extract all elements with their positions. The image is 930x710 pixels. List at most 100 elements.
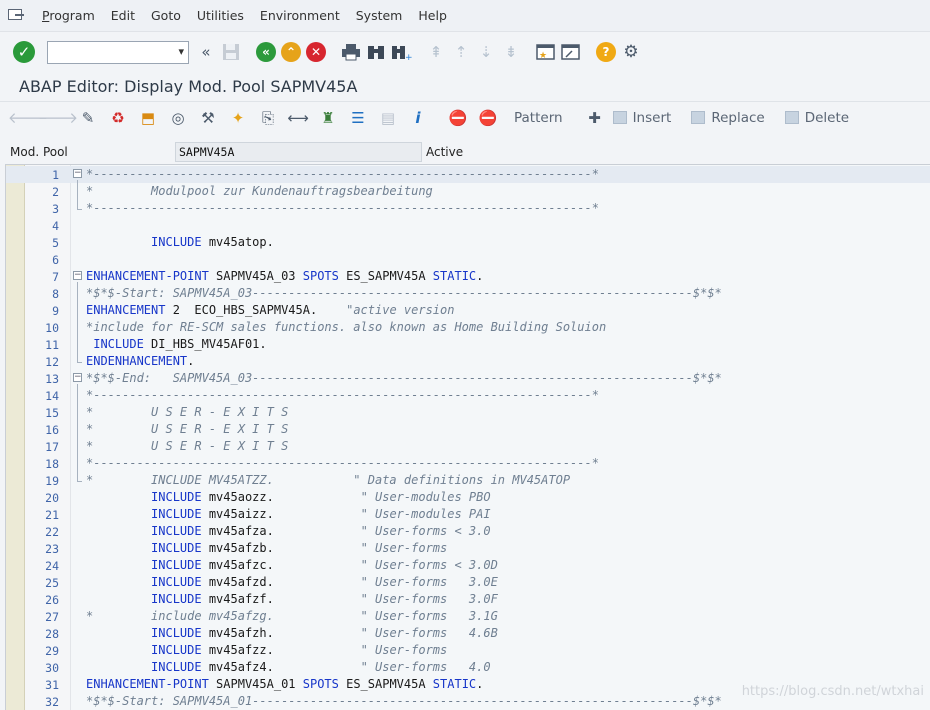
code-line[interactable]: 4	[6, 217, 930, 234]
new-session-icon[interactable]: ★	[535, 41, 557, 63]
cancel-icon[interactable]: ✕	[305, 41, 327, 63]
menu-edit[interactable]: Edit	[103, 0, 143, 32]
line-number: 30	[45, 661, 59, 675]
check-icon[interactable]: ⬒	[136, 106, 160, 130]
hierarchy-icon[interactable]: ⟷	[286, 106, 310, 130]
navigation-window-icon[interactable]: ☰	[346, 106, 370, 130]
insert-button[interactable]: Insert	[633, 110, 672, 126]
object-list-icon[interactable]: ♜	[316, 106, 340, 130]
code-line[interactable]: 8 *$*$-Start: SAPMV45A_03----------------…	[6, 285, 930, 302]
code-line[interactable]: 12 ENDENHANCEMENT.	[6, 353, 930, 370]
menu-system[interactable]: System	[348, 0, 411, 32]
menu-program[interactable]: Program	[34, 0, 103, 32]
last-page-icon[interactable]: ⇟	[500, 41, 522, 63]
find-next-icon[interactable]: +	[390, 41, 412, 63]
info-icon[interactable]: i	[406, 106, 430, 130]
code-line[interactable]: 27 * include mv45afzg. " User-forms 3.1G	[6, 608, 930, 625]
external-breakpoint-icon[interactable]: ⛔	[476, 106, 500, 130]
settings-icon[interactable]: ⚙	[620, 41, 642, 63]
code-line[interactable]: 23 INCLUDE mv45afzb. " User-forms	[6, 540, 930, 557]
enter-icon[interactable]: ✓	[13, 41, 35, 63]
code-editor[interactable]: 1 *--------------------------------------…	[5, 164, 930, 710]
watermark: https://blog.csdn.net/wtxhai	[741, 684, 924, 699]
navigation-icon[interactable]: ⎘	[256, 106, 280, 130]
forward-arrow-icon[interactable]: 🡒	[38, 106, 78, 130]
code-text: * include mv45afzg. " User-forms 3.1G	[86, 609, 498, 623]
next-page-icon[interactable]: ⇣	[475, 41, 497, 63]
pattern-button[interactable]: Pattern	[514, 110, 563, 126]
back-arrow-icon[interactable]: 🡐	[8, 106, 48, 130]
collapse-icon[interactable]: «	[195, 41, 217, 63]
code-line[interactable]: 15 * U S E R - E X I T S	[6, 404, 930, 421]
svg-text:+: +	[405, 53, 412, 61]
code-line[interactable]: 5 INCLUDE mv45atop.	[6, 234, 930, 251]
collapse-block-icon[interactable]: −	[73, 169, 82, 178]
code-line[interactable]: 11 INCLUDE DI_HBS_MV45AF01.	[6, 336, 930, 353]
find-next-icon-glyph: +	[392, 46, 412, 61]
collapse-block-icon[interactable]: −	[73, 271, 82, 280]
code-line[interactable]: 19 * INCLUDE MV45ATZZ. " Data definitions…	[6, 472, 930, 489]
find-icon[interactable]	[365, 41, 387, 63]
code-line[interactable]: 3 *--------------------------------------…	[6, 200, 930, 217]
menu-utilities[interactable]: Utilities	[189, 0, 252, 32]
where-used-icon[interactable]: ✦	[226, 106, 250, 130]
fold-guide-end	[77, 209, 82, 210]
find-icon-glyph	[368, 46, 384, 59]
layout-icon[interactable]: ▤	[376, 106, 400, 130]
code-line[interactable]: 9 ENHANCEMENT 2 ECO_HBS_SAPMV45A. "active…	[6, 302, 930, 319]
line-number: 31	[45, 678, 59, 692]
fold-guide-line	[77, 384, 78, 481]
code-line[interactable]: 18 *-------------------------------------…	[6, 455, 930, 472]
code-line[interactable]: 16 * U S E R - E X I T S	[6, 421, 930, 438]
code-text: INCLUDE mv45afzd. " User-forms 3.0E	[151, 575, 498, 589]
pretty-printer-icon[interactable]: ✚	[583, 106, 607, 130]
replace-button[interactable]: Replace	[711, 110, 764, 126]
code-line[interactable]: 13 *$*$-End: SAPMV45A_03-----------------…	[6, 370, 930, 387]
collapse-block-icon[interactable]: −	[73, 373, 82, 382]
first-page-icon[interactable]: ⇞	[425, 41, 447, 63]
code-line[interactable]: 17 * U S E R - E X I T S	[6, 438, 930, 455]
display-change-icon[interactable]: ✎	[76, 106, 100, 130]
code-line[interactable]: 2 * Modulpool zur Kundenauftragsbearbeitu…	[6, 183, 930, 200]
menu-environment[interactable]: Environment	[252, 0, 348, 32]
code-line[interactable]: 1 *--------------------------------------…	[6, 166, 930, 183]
menu-help[interactable]: Help	[410, 0, 455, 32]
line-number: 27	[45, 610, 59, 624]
back-icon[interactable]: «	[255, 41, 277, 63]
app-menu-icon[interactable]	[8, 8, 26, 23]
active-inactive-icon[interactable]: ♻	[106, 106, 130, 130]
exit-icon[interactable]: ⌃	[280, 41, 302, 63]
line-number: 19	[45, 474, 59, 488]
code-line[interactable]: 24 INCLUDE mv45afzc. " User-forms < 3.0D	[6, 557, 930, 574]
code-line[interactable]: 29 INCLUDE mv45afzz. " User-forms	[6, 642, 930, 659]
code-line[interactable]: 6	[6, 251, 930, 268]
chevron-down-icon[interactable]: ▾	[178, 45, 184, 58]
code-line[interactable]: 22 INCLUDE mv45afza. " User-forms < 3.0	[6, 523, 930, 540]
code-line[interactable]: 30 INCLUDE mv45afz4. " User-forms 4.0	[6, 659, 930, 676]
activate-icon[interactable]: ⚒	[196, 106, 220, 130]
menu-goto[interactable]: Goto	[143, 0, 189, 32]
code-text: * U S E R - E X I T S	[86, 422, 289, 436]
shortcut-icon[interactable]	[560, 41, 582, 63]
line-number: 22	[45, 525, 59, 539]
code-line[interactable]: 21 INCLUDE mv45aizz. " User-modules PAI	[6, 506, 930, 523]
code-line[interactable]: 7 ENHANCEMENT-POINT SAPMV45A_03 SPOTS ES_…	[6, 268, 930, 285]
test-icon[interactable]: ◎	[166, 106, 190, 130]
code-line[interactable]: 28 INCLUDE mv45afzh. " User-forms 4.6B	[6, 625, 930, 642]
code-line[interactable]: 26 INCLUDE mv45afzf. " User-forms 3.0F	[6, 591, 930, 608]
save-icon[interactable]	[220, 41, 242, 63]
line-number: 26	[45, 593, 59, 607]
help-icon[interactable]: ?	[595, 41, 617, 63]
code-line[interactable]: 14 *-------------------------------------…	[6, 387, 930, 404]
command-field[interactable]: ▾	[47, 40, 189, 64]
line-number: 7	[52, 270, 59, 284]
previous-page-icon[interactable]: ⇡	[450, 41, 472, 63]
delete-button[interactable]: Delete	[805, 110, 849, 126]
delete-icon	[784, 111, 799, 124]
line-number: 12	[45, 355, 59, 369]
code-line[interactable]: 20 INCLUDE mv45aozz. " User-modules PBO	[6, 489, 930, 506]
print-icon[interactable]	[340, 41, 362, 63]
code-line[interactable]: 25 INCLUDE mv45afzd. " User-forms 3.0E	[6, 574, 930, 591]
breakpoint-icon[interactable]: ⛔	[446, 106, 470, 130]
code-line[interactable]: 10 *include for RE-SCM sales functions. a…	[6, 319, 930, 336]
